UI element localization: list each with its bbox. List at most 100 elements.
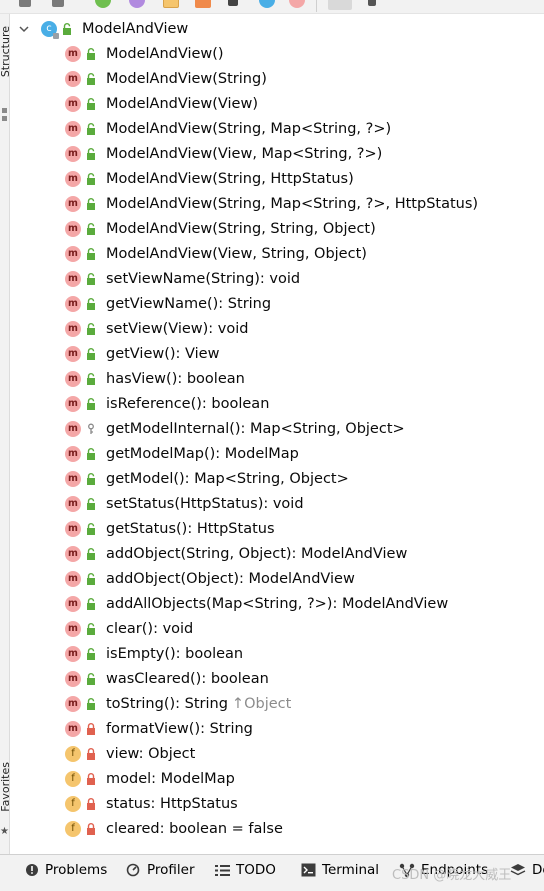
method-icon: m	[65, 395, 81, 412]
expand-all-icon[interactable]	[328, 0, 352, 10]
member-label: ModelAndView()	[106, 45, 224, 62]
member-label: status: HttpStatus	[106, 795, 238, 812]
chevron-down-icon[interactable]	[17, 22, 31, 36]
member-label: getModelMap(): ModelMap	[106, 445, 299, 462]
method-row[interactable]: m wasCleared(): boolean	[65, 666, 269, 691]
public-icon	[85, 622, 97, 636]
member-label: ModelAndView(View)	[106, 95, 258, 112]
public-icon	[85, 647, 97, 661]
field-row[interactable]: f view: Object	[65, 741, 195, 766]
method-row[interactable]: m toString(): String ↑Object	[65, 691, 291, 716]
class-icon: c	[41, 20, 59, 39]
show-toolbar-icon[interactable]	[289, 0, 305, 8]
method-icon: m	[65, 195, 81, 212]
favorites-star-icon: ★	[0, 826, 9, 837]
method-row[interactable]: m addObject(String, Object): ModelAndView	[65, 541, 407, 566]
collapse-all-icon[interactable]	[368, 0, 376, 6]
profiler-tab[interactable]: Profiler	[126, 862, 195, 878]
private-icon	[85, 722, 97, 736]
member-label: view: Object	[106, 745, 196, 762]
method-row[interactable]: m ModelAndView(String)	[65, 66, 267, 91]
method-row[interactable]: m getModelMap(): ModelMap	[65, 441, 299, 466]
method-row[interactable]: m ModelAndView(View, Map<String, ?>)	[65, 141, 382, 166]
method-icon: m	[65, 645, 81, 662]
method-row[interactable]: m ModelAndView(String, Map<String, ?>)	[65, 116, 391, 141]
method-row[interactable]: m ModelAndView(View, String, Object)	[65, 241, 367, 266]
public-icon	[85, 122, 97, 136]
member-label: getStatus(): HttpStatus	[106, 520, 275, 537]
field-row[interactable]: f model: ModelMap	[65, 766, 235, 791]
method-row[interactable]: m hasView(): boolean	[65, 366, 245, 391]
method-row[interactable]: m formatView(): String	[65, 716, 253, 741]
public-icon	[85, 547, 97, 561]
show-properties-icon[interactable]	[129, 0, 145, 8]
method-icon: m	[65, 595, 81, 612]
terminal-icon	[301, 863, 316, 877]
field-row[interactable]: f status: HttpStatus	[65, 791, 238, 816]
terminal-tab[interactable]: Terminal	[301, 862, 379, 878]
member-label: getModelInternal(): Map<String, Object>	[106, 420, 405, 437]
protected-icon	[85, 422, 97, 436]
public-icon	[85, 397, 97, 411]
method-row[interactable]: m getModel(): Map<String, Object>	[65, 466, 349, 491]
method-icon: m	[65, 220, 81, 237]
member-label: isReference(): boolean	[106, 395, 270, 412]
method-icon: m	[65, 295, 81, 312]
problems-tab[interactable]: Problems	[25, 862, 107, 878]
method-row[interactable]: m setView(View): void	[65, 316, 248, 341]
overrides-label: ↑Object	[231, 695, 292, 712]
member-label: getViewName(): String	[106, 295, 272, 312]
method-row[interactable]: m ModelAndView(String, Map<String, ?>, Ht…	[65, 191, 478, 216]
show-lambdas-icon[interactable]	[228, 0, 238, 6]
method-row[interactable]: m addObject(Object): ModelAndView	[65, 566, 355, 591]
sort-visibility-icon[interactable]	[19, 0, 31, 7]
private-icon	[85, 747, 97, 761]
method-row[interactable]: m getView(): View	[65, 341, 219, 366]
method-icon: m	[65, 95, 81, 112]
member-label: formatView(): String	[106, 720, 253, 737]
method-row[interactable]: m getStatus(): HttpStatus	[65, 516, 275, 541]
method-row[interactable]: m setViewName(String): void	[65, 266, 300, 291]
show-anonymous-icon[interactable]	[195, 0, 211, 8]
autoscroll-icon[interactable]	[259, 0, 275, 8]
public-icon	[85, 197, 97, 211]
method-icon: m	[65, 670, 81, 687]
member-label: ModelAndView(View, Map<String, ?>)	[106, 145, 383, 162]
public-icon	[85, 672, 97, 686]
watermark: CSDN @晓龙大威王	[392, 868, 512, 883]
method-row[interactable]: m setStatus(HttpStatus): void	[65, 491, 304, 516]
member-label: getModel(): Map<String, Object>	[106, 470, 349, 487]
method-row[interactable]: m getModelInternal(): Map<String, Object>	[65, 416, 405, 441]
sort-alpha-icon[interactable]	[52, 0, 64, 7]
method-row[interactable]: m isReference(): boolean	[65, 391, 269, 416]
method-row[interactable]: m clear(): void	[65, 616, 193, 641]
public-icon	[85, 447, 97, 461]
method-row[interactable]: m ModelAndView(View)	[65, 91, 258, 116]
field-row[interactable]: f cleared: boolean = false	[65, 816, 283, 841]
member-label: addAllObjects(Map<String, ?>): ModelAndV…	[106, 595, 449, 612]
method-icon: m	[65, 120, 81, 137]
dependencies-tab[interactable]: De	[510, 862, 544, 878]
public-icon	[85, 522, 97, 536]
method-row[interactable]: m ModelAndView(String, String, Object)	[65, 216, 376, 241]
public-icon	[85, 697, 97, 711]
tree-root[interactable]: c ModelAndView	[10, 16, 188, 41]
method-icon: m	[65, 45, 81, 62]
method-row[interactable]: m getViewName(): String	[65, 291, 271, 316]
field-icon: f	[65, 770, 81, 787]
method-row[interactable]: m ModelAndView()	[65, 41, 224, 66]
show-inherited-icon[interactable]	[163, 0, 179, 8]
problems-label: Problems	[45, 862, 108, 878]
method-row[interactable]: m addAllObjects(Map<String, ?>): ModelAnd…	[65, 591, 448, 616]
method-row[interactable]: m isEmpty(): boolean	[65, 641, 243, 666]
structure-tab-icon	[2, 108, 7, 113]
root-label: ModelAndView	[82, 20, 189, 37]
method-icon: m	[65, 170, 81, 187]
method-icon: m	[65, 245, 81, 262]
todo-tab[interactable]: TODO	[215, 862, 276, 878]
method-icon: m	[65, 70, 81, 87]
show-fields-icon[interactable]	[95, 0, 111, 8]
favorites-tab[interactable]: Favorites	[0, 762, 12, 812]
method-row[interactable]: m ModelAndView(String, HttpStatus)	[65, 166, 354, 191]
public-icon	[85, 347, 97, 361]
